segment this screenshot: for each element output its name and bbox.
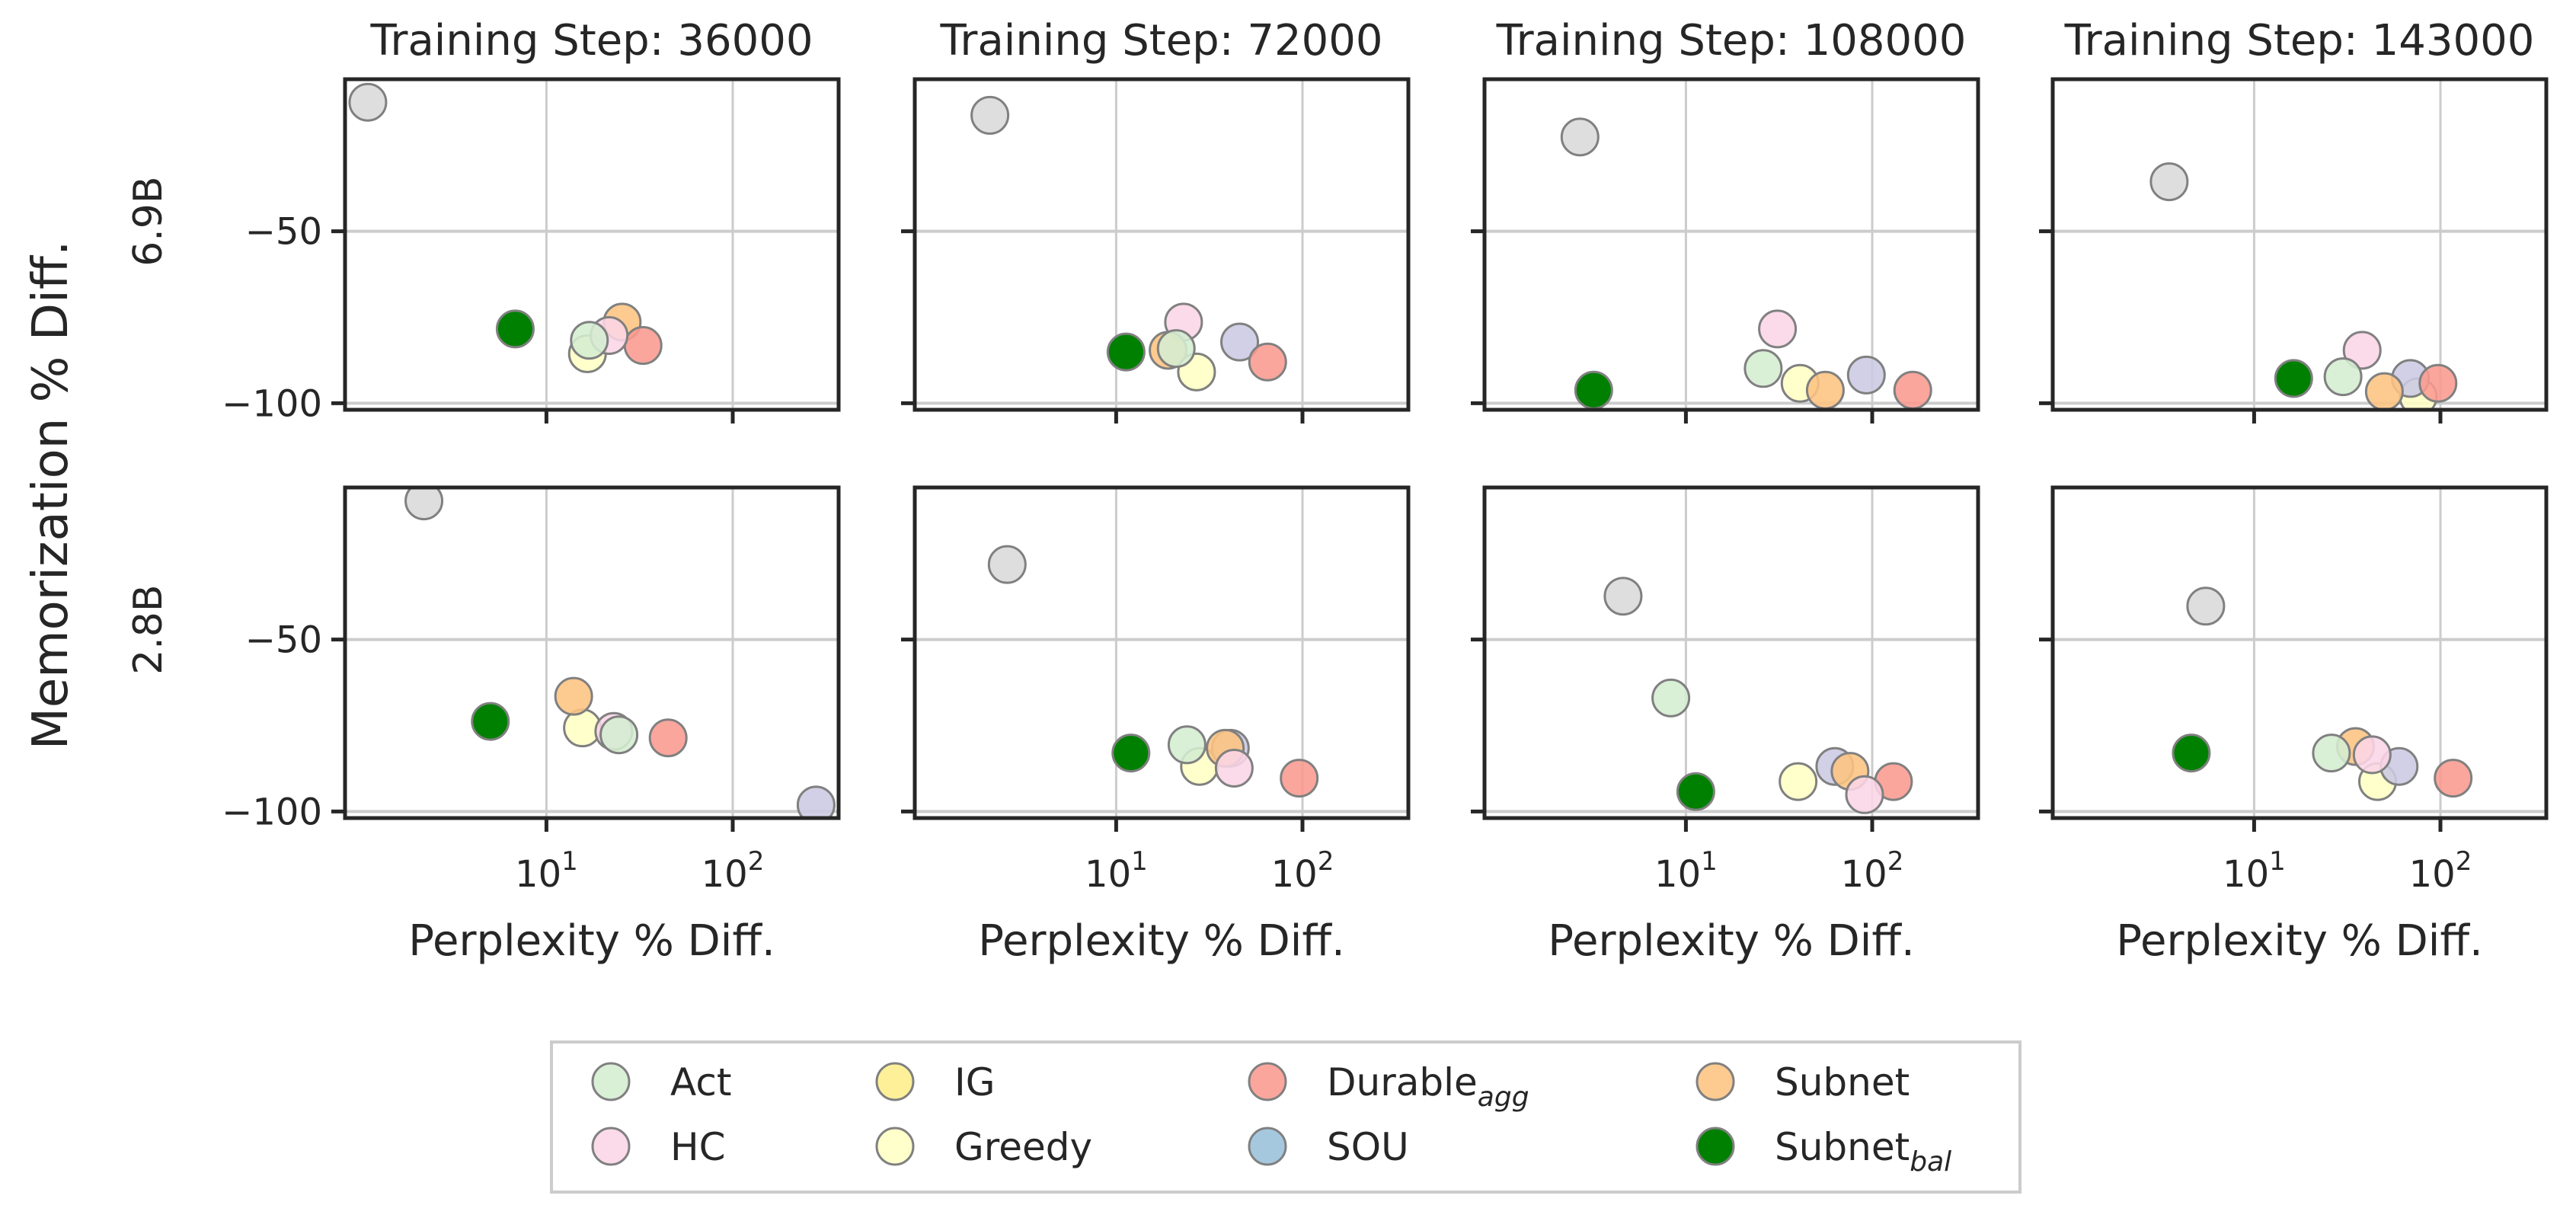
x-tick-label: 102 [2409, 846, 2472, 896]
panel-r0-c1 [901, 77, 1411, 424]
column-title: Training Step: 36000 [369, 16, 813, 66]
axes-frame [343, 485, 841, 820]
legend-label: Greedy [954, 1125, 1092, 1169]
point-grey [970, 95, 1010, 135]
y-tick-label: −50 [245, 211, 322, 254]
point-subnet_bal [1574, 370, 1613, 410]
point-grey [1603, 577, 1643, 616]
point-grey [1560, 117, 1600, 157]
point-grey [2149, 162, 2189, 202]
figure: Memorization % Diff. Training Step: 3600… [23, 16, 2549, 1194]
legend-marker [1695, 1062, 1735, 1101]
axes-frame [912, 485, 1411, 820]
legend-label: HC [670, 1125, 726, 1169]
point-act [1743, 349, 1783, 388]
legend-marker [591, 1062, 631, 1101]
panel-r1-c1: 101 102 Perplexity % Diff. [901, 485, 1411, 966]
row-label: 2.8B [126, 584, 171, 674]
column-title: Training Step: 143000 [2064, 16, 2535, 66]
point-durable [623, 326, 663, 366]
legend-marker [875, 1062, 915, 1101]
point-durable [1893, 370, 1932, 410]
point-act [1167, 725, 1207, 765]
point-subnet_bal [1676, 772, 1715, 811]
point-subnet_bal [1106, 332, 1146, 372]
legend-marker [875, 1127, 915, 1166]
column-title: Training Step: 108000 [1496, 16, 1967, 66]
y-super-label: Memorization % Diff. [23, 241, 79, 750]
x-tick-label: 101 [515, 846, 578, 896]
point-subnet_bal [495, 309, 535, 349]
point-lavender [1846, 355, 1886, 395]
panel-r1-c3: 101 102 Perplexity % Diff. [2039, 485, 2549, 966]
legend-label: SOU [1327, 1125, 1409, 1169]
axes-frame [2050, 485, 2549, 820]
legend-label: Act [670, 1060, 731, 1104]
x-axis-label: Perplexity % Diff. [1548, 916, 1915, 966]
point-greedy [1779, 762, 1818, 801]
legend-marker [1695, 1127, 1735, 1166]
point-hc [1845, 775, 1884, 814]
point-hc [1214, 749, 1254, 788]
point-durable [2434, 759, 2473, 798]
panel-r1-c2: 101 102 Perplexity % Diff. [1471, 485, 1980, 966]
point-act [1651, 678, 1691, 718]
panel-r1-c0: 101 102 −50 −100 Perplexity % Diff. [222, 485, 841, 966]
point-hc [1758, 309, 1798, 349]
legend-item-sou: SOU [1248, 1125, 1409, 1169]
panels: Training Step: 36000 Training Step: 72000… [126, 16, 2549, 966]
y-tick-label: −100 [222, 791, 322, 833]
x-axis-label: Perplexity % Diff. [978, 916, 1345, 966]
point-hc [2352, 735, 2392, 775]
point-subnet [1805, 370, 1845, 410]
panel-r0-c2 [1471, 77, 1980, 424]
point-durable [648, 718, 688, 758]
x-tick-label: 101 [2223, 846, 2286, 896]
point-subnet_bal [471, 702, 510, 741]
point-subnet_bal [2172, 734, 2211, 773]
legend-marker [1248, 1062, 1287, 1101]
point-grey [987, 545, 1027, 584]
point-durable [2418, 363, 2458, 403]
legend-marker [1248, 1127, 1287, 1166]
point-grey [348, 82, 388, 122]
axes-frame [1482, 77, 1980, 412]
panel-r0-c0: −50 −100 [222, 77, 841, 425]
x-axis-label: Perplexity % Diff. [408, 916, 775, 966]
point-subnet_bal [1111, 734, 1151, 773]
point-act [599, 715, 639, 755]
legend-label: IG [954, 1060, 996, 1104]
point-grey [2186, 587, 2226, 626]
panel-r0-c3 [2039, 77, 2549, 424]
point-act [2312, 734, 2351, 773]
legend-label: Subnet [1775, 1060, 1910, 1104]
x-axis-label: Perplexity % Diff. [2116, 916, 2483, 966]
point-subnet [2364, 372, 2404, 410]
legend: ActHCIGGreedyDurableaggSOUSubnetSubnetba… [550, 1040, 2021, 1194]
x-tick-label: 102 [1841, 846, 1904, 896]
point-act [1156, 329, 1196, 369]
point-act [2323, 357, 2363, 397]
column-title: Training Step: 72000 [939, 16, 1382, 66]
x-tick-label: 102 [702, 846, 765, 896]
x-tick-label: 101 [1085, 846, 1148, 896]
x-tick-label: 102 [1271, 846, 1334, 896]
point-subnet [554, 676, 593, 716]
y-tick-label: −100 [222, 382, 322, 425]
row-label: 6.9B [126, 176, 171, 266]
y-tick-label: −50 [245, 619, 322, 662]
legend-marker [591, 1127, 631, 1166]
point-act [570, 321, 609, 360]
point-durable [1280, 759, 1319, 798]
x-tick-label: 101 [1654, 846, 1718, 896]
point-subnet_bal [2274, 359, 2313, 398]
point-durable [1248, 342, 1287, 382]
